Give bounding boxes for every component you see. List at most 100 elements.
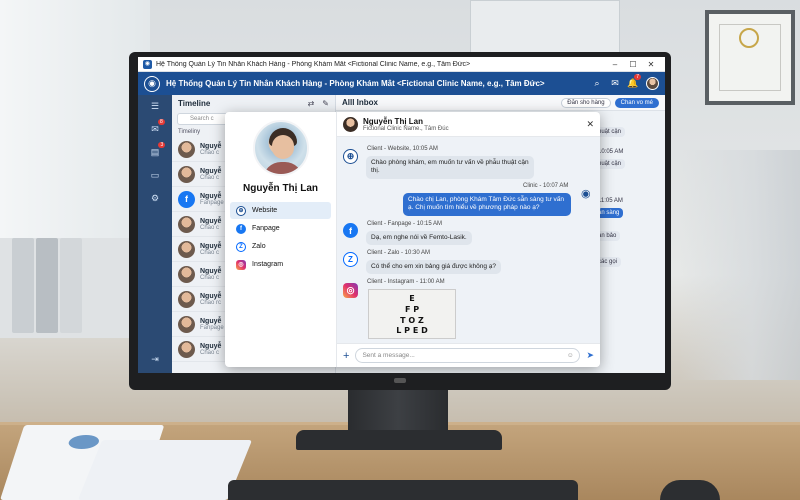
inbox-badge: 8 xyxy=(157,119,165,125)
search-icon[interactable]: ⌕ xyxy=(588,78,606,89)
timeline-item-preview: Chào c xyxy=(200,149,220,156)
conversation-header: Nguyễn Thị Lan Fictional Clinic Name., T… xyxy=(337,112,600,137)
facebook-icon: f xyxy=(343,223,358,238)
conversation-thread: ⊕ Client - Website, 10:05 AM Chào phòng … xyxy=(337,137,600,343)
timeline-item-name: Nguyễ xyxy=(200,142,222,150)
left-rail: ☰ ✉ 8 ▤ 3 ▭ ⚙ ⇥ xyxy=(138,95,172,373)
assign-button[interactable]: Chan vo mé xyxy=(614,97,659,108)
app-header: ◉ Hệ Thống Quản Lý Tin Nhắn Khách Hàng -… xyxy=(138,72,665,95)
eye-icon: ◉ xyxy=(581,188,591,200)
timeline-item-preview: Chào c xyxy=(200,249,220,256)
binder xyxy=(36,238,58,333)
close-icon[interactable]: ✕ xyxy=(586,119,594,130)
avatar xyxy=(178,315,195,333)
contact-profile: Nguyễn Thị Lan ⊕ Website f Fanpage Z Zal… xyxy=(225,112,337,367)
timeline-item-preview: Chào c xyxy=(200,224,220,231)
chat-icon[interactable]: ☰ xyxy=(151,101,159,112)
channel-website[interactable]: ⊕ Website xyxy=(230,202,331,219)
message-meta: Client - Zalo - 10:30 AM xyxy=(367,250,431,256)
timeline-item-preview: Fanpage xyxy=(200,324,224,331)
timeline-item-name: Nguyễ xyxy=(200,317,222,325)
timeline-item-preview: Chào c xyxy=(200,349,220,356)
message-meta: Client - Website, 10:05 AM xyxy=(367,146,438,152)
plus-icon[interactable]: + xyxy=(343,350,349,362)
comments-icon[interactable]: ▭ xyxy=(151,170,160,181)
channel-label: Instagram xyxy=(252,261,284,268)
timeline-item-name: Nguyễ xyxy=(200,242,222,250)
message-bubble: Có thể cho em xin bảng giá được không ạ? xyxy=(366,260,501,275)
logout-icon[interactable]: ⇥ xyxy=(151,354,159,365)
eye-chart-line: E xyxy=(409,294,415,303)
timeline-item-name: Nguyễ xyxy=(200,217,222,225)
avatar xyxy=(178,215,195,233)
message-composer: + Sent a message... ☺ ➤ xyxy=(337,343,600,367)
facebook-icon: f xyxy=(236,223,246,234)
channel-instagram[interactable]: ◎ Instagram xyxy=(230,256,331,273)
contact-name: Nguyễn Thị Lan xyxy=(243,183,318,194)
messages-badge: 3 xyxy=(158,142,166,148)
contact-photo xyxy=(252,120,309,176)
zalo-icon: Z xyxy=(236,241,246,252)
inbox-icon[interactable]: ✉ 8 xyxy=(151,119,165,135)
timeline-item-preview: Chao rc xyxy=(200,299,222,306)
avatar xyxy=(178,140,195,158)
binder xyxy=(60,238,82,333)
timeline-item-name: Nguyễ xyxy=(200,167,222,175)
mouse xyxy=(660,480,720,500)
channel-fanpage[interactable]: f Fanpage xyxy=(230,220,331,237)
minimize-button[interactable]: – xyxy=(606,60,624,69)
contact-avatar xyxy=(343,116,358,132)
message-input-placeholder: Sent a message... xyxy=(362,352,415,359)
contact-modal: Nguyễn Thị Lan ⊕ Website f Fanpage Z Zal… xyxy=(225,112,600,367)
message-meta: Client - Fanpage - 10:15 AM xyxy=(367,221,443,227)
timeline-item-name: Nguyễ xyxy=(200,192,222,200)
message-meta: Clinic - 10:07 AM xyxy=(523,183,569,189)
user-avatar[interactable] xyxy=(646,77,659,90)
brochure xyxy=(77,440,253,500)
monitor-stand-base xyxy=(296,430,502,450)
conversation-clinic: Fictional Clinic Name., Tâm Đúc xyxy=(363,125,449,132)
message-input[interactable]: Sent a message... ☺ xyxy=(355,348,581,363)
timeline-item-name: Nguyễ xyxy=(200,267,222,275)
facebook-icon: f xyxy=(178,190,195,208)
channel-label: Fanpage xyxy=(252,225,280,232)
keyboard xyxy=(228,480,578,500)
channel-list: ⊕ Website f Fanpage Z Zalo ◎ Instagram xyxy=(225,202,336,274)
monitor-logo xyxy=(394,378,406,383)
filter-button[interactable]: Đăn sho hàng xyxy=(561,97,611,108)
channel-label: Website xyxy=(252,207,278,214)
send-icon[interactable]: ➤ xyxy=(586,350,594,361)
timeline-item-name: Nguyễ xyxy=(200,342,222,350)
avatar xyxy=(178,165,195,183)
avatar xyxy=(178,265,195,283)
binder xyxy=(12,238,34,333)
os-titlebar: ◉ Hệ Thống Quản Lý Tin Nhắn Khách Hàng -… xyxy=(138,57,665,72)
channel-zalo[interactable]: Z Zalo xyxy=(230,238,331,255)
swap-icon[interactable]: ⇄ xyxy=(308,99,315,108)
gear-icon[interactable]: ⚙ xyxy=(151,193,159,204)
eye-chart-line: L P E D xyxy=(396,326,428,336)
message-bubble: Chào phòng khám, em muốn tư vấn về phẫu … xyxy=(366,156,534,179)
background-equipment xyxy=(680,150,800,380)
channel-label: Zalo xyxy=(252,243,266,250)
messages-icon[interactable]: ▤ 3 xyxy=(151,142,166,158)
zalo-icon: Z xyxy=(343,252,358,267)
eye-chart-image[interactable]: E F P T O Z L P E D xyxy=(368,289,456,339)
compose-icon[interactable]: ✎ xyxy=(322,99,329,108)
inbox-header: Alll Inbox Đăn sho hàng Chan vo mé xyxy=(336,95,665,111)
background-poster xyxy=(470,0,620,60)
avatar xyxy=(178,240,195,258)
notification-badge: 7 xyxy=(634,74,641,80)
window-close-button[interactable]: ✕ xyxy=(642,60,660,69)
wall-certificate xyxy=(705,10,795,105)
eye-chart-line: T O Z xyxy=(400,315,424,325)
avatar xyxy=(178,340,195,358)
mail-icon[interactable]: ✉ xyxy=(606,78,624,89)
bell-icon[interactable]: 🔔 7 xyxy=(624,74,642,89)
window-title: Hệ Thống Quản Lý Tin Nhắn Khách Hàng - P… xyxy=(156,60,471,68)
emoji-icon[interactable]: ☺ xyxy=(567,352,574,359)
maximize-button[interactable]: ☐ xyxy=(624,60,642,69)
message-bubble-outgoing: Chào chị Lan, phòng Khám Tâm Đức sẵn sàn… xyxy=(403,193,571,216)
app-screen: ◉ Hệ Thống Quản Lý Tin Nhắn Khách Hàng -… xyxy=(138,57,665,373)
conversation-panel: Nguyễn Thị Lan Fictional Clinic Name., T… xyxy=(337,112,600,367)
